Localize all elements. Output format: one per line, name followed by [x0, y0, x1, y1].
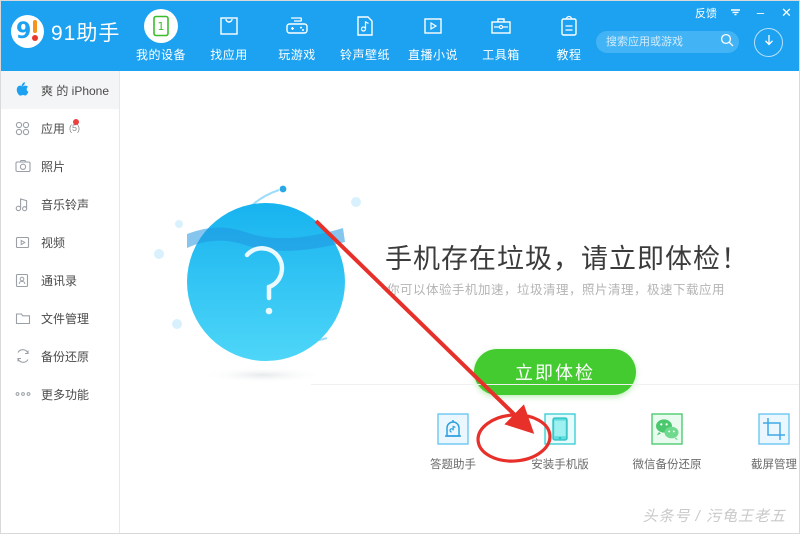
quick-action-label: 安装手机版 [531, 459, 589, 471]
sidebar-item-backup-restore[interactable]: 备份还原 [1, 337, 119, 375]
question-mark-bubble-icon [151, 166, 381, 396]
video-play-icon [15, 235, 35, 250]
logo-exclaim-dot [32, 35, 38, 41]
shopping-bag-icon [195, 9, 263, 43]
device-icon: 1 [144, 9, 178, 43]
notification-badge-dot [73, 119, 79, 125]
search-box[interactable] [596, 31, 739, 53]
sidebar-item-apps[interactable]: 应用 (5) [1, 109, 119, 147]
play-square-icon [399, 9, 467, 43]
sidebar-item-contacts[interactable]: 通讯录 [1, 261, 119, 299]
close-button[interactable]: ✕ [780, 6, 793, 20]
logo-glyph: 9 [16, 19, 32, 44]
nav-item-my-device[interactable]: 1 我的设备 [127, 7, 195, 63]
quick-action-wechat-backup[interactable]: 微信备份还原 [631, 411, 703, 472]
download-arrow-icon [762, 33, 776, 53]
sidebar-item-label: 更多功能 [41, 387, 90, 402]
music-note-page-icon [331, 9, 399, 43]
ellipsis-icon [15, 391, 35, 397]
sidebar-item-label: 通讯录 [41, 273, 78, 288]
page-title: 手机存在垃圾，请立即体检！ [385, 244, 749, 274]
nav-label: 玩游戏 [278, 48, 316, 62]
nav-item-play-games[interactable]: 玩游戏 [263, 7, 331, 63]
nav-label: 我的设备 [135, 48, 186, 62]
nav-item-ringtones-wallpaper[interactable]: 铃声壁纸 [331, 7, 399, 63]
sidebar-item-more-features[interactable]: 更多功能 [1, 375, 119, 413]
chevron-down-icon[interactable] [730, 4, 741, 22]
svg-text:1: 1 [158, 20, 165, 33]
sidebar-item-video[interactable]: 视频 [1, 223, 119, 261]
quiz-bell-icon [435, 411, 471, 447]
watermark: 头条号 / 污龟王老五 [642, 508, 786, 525]
quick-action-label: 截屏管理 [751, 459, 797, 471]
nav-label: 教程 [556, 48, 582, 62]
quick-action-label: 答题助手 [430, 459, 476, 471]
section-divider [311, 384, 799, 385]
apple-icon [15, 82, 35, 98]
sidebar-item-label: 文件管理 [41, 311, 90, 326]
nav-label: 直播小说 [407, 48, 458, 62]
sidebar-item-label: 爽 的 iPhone [41, 83, 110, 98]
sidebar-item-label: 备份还原 [41, 349, 90, 364]
nav-item-tutorial[interactable]: 教程 [535, 7, 603, 63]
nav-item-find-apps[interactable]: 找应用 [195, 7, 263, 63]
nav-item-live-novel[interactable]: 直播小说 [399, 7, 467, 63]
sidebar-item-label: 音乐铃声 [41, 197, 90, 212]
sidebar-item-my-iphone[interactable]: 爽 的 iPhone [1, 71, 119, 109]
91-logo-icon: 9 [11, 15, 44, 48]
app-window: 9 91助手 1 我的设备 找应用 玩游戏 铃声壁纸 直播小说 工具箱 教程 反… [0, 0, 800, 534]
download-button[interactable] [754, 28, 783, 57]
search-input[interactable] [604, 35, 720, 49]
quick-action-quiz-helper[interactable]: 答题助手 [417, 411, 489, 472]
crop-screenshot-icon [756, 411, 792, 447]
apps-grid-icon [15, 121, 35, 136]
window-controls: 反馈 – ✕ [695, 4, 793, 22]
main-content: 手机存在垃圾，请立即体检！ 你可以体验手机加速，垃圾清理，照片清理，极速下载应用… [121, 71, 799, 533]
quick-actions-bar: 答题助手 安装手机版 微信备份还原 截屏管理 [417, 411, 799, 472]
contacts-icon [15, 273, 35, 288]
nav-label: 找应用 [210, 48, 248, 62]
sidebar: 爽 的 iPhone 应用 (5) 照片 音乐铃声 视频 通讯录 文件管理 备份… [1, 71, 120, 533]
gamepad-icon [263, 9, 331, 43]
sidebar-item-file-management[interactable]: 文件管理 [1, 299, 119, 337]
search-icon[interactable] [720, 33, 734, 52]
music-note-icon [15, 196, 35, 212]
mobile-install-icon [542, 411, 578, 447]
quick-action-screenshot-manager[interactable]: 截屏管理 [738, 411, 799, 472]
quick-action-install-mobile[interactable]: 安装手机版 [524, 411, 596, 472]
sidebar-item-photos[interactable]: 照片 [1, 147, 119, 185]
sidebar-item-label: 视频 [41, 235, 66, 250]
nav-label: 工具箱 [482, 48, 520, 62]
main-nav: 1 我的设备 找应用 玩游戏 铃声壁纸 直播小说 工具箱 教程 [127, 7, 603, 69]
camera-icon [15, 159, 35, 173]
clipboard-icon [535, 9, 603, 43]
toolbox-icon [467, 9, 535, 43]
minimize-button[interactable]: – [754, 6, 767, 20]
quick-action-label: 微信备份还原 [632, 459, 702, 471]
feedback-button[interactable]: 反馈 [695, 5, 717, 21]
sidebar-item-label: 照片 [41, 159, 66, 174]
nav-item-toolbox[interactable]: 工具箱 [467, 7, 535, 63]
sync-restore-icon [15, 348, 35, 364]
page-subtitle: 你可以体验手机加速，垃圾清理，照片清理，极速下载应用 [387, 283, 726, 297]
title-bar: 9 91助手 1 我的设备 找应用 玩游戏 铃声壁纸 直播小说 工具箱 教程 反… [1, 1, 799, 71]
wechat-icon [649, 411, 685, 447]
brand-name: 91助手 [51, 21, 121, 45]
brand-logo[interactable]: 9 91助手 [11, 15, 120, 48]
sidebar-item-label: 应用 [41, 121, 66, 136]
logo-exclaim-bar [33, 20, 37, 33]
nav-label: 铃声壁纸 [339, 48, 390, 62]
folder-icon [15, 311, 35, 325]
sidebar-item-music-ringtones[interactable]: 音乐铃声 [1, 185, 119, 223]
start-checkup-button[interactable]: 立即体检 [474, 349, 636, 395]
